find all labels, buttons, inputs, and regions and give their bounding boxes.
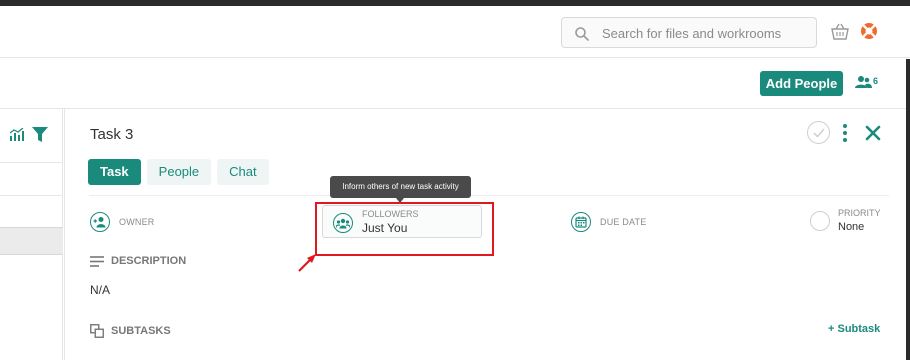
subtasks-label: SUBTASKS (111, 325, 171, 337)
workroom-bar: Add People 6 (0, 59, 910, 109)
check-icon (813, 128, 825, 138)
lifebuoy-icon[interactable] (860, 22, 878, 40)
people-count[interactable]: 6 (855, 75, 878, 89)
followers-tooltip: Inform others of new task activity (330, 176, 471, 203)
annotation-arrow-icon (298, 254, 316, 272)
add-owner-icon (90, 212, 110, 232)
people-count-value: 6 (873, 76, 879, 86)
due-date-label: DUE DATE (600, 217, 647, 227)
description-header: DESCRIPTION (90, 255, 186, 267)
filter-icon[interactable] (31, 126, 49, 143)
search-box[interactable] (561, 17, 817, 48)
subtasks-header: SUBTASKS (90, 324, 171, 338)
task-list-column (0, 109, 63, 360)
more-options-icon[interactable] (841, 123, 849, 143)
tab-chat[interactable]: Chat (217, 159, 269, 185)
due-date-field[interactable]: DUE DATE (571, 212, 646, 232)
selected-row[interactable] (0, 227, 63, 255)
subtasks-icon (90, 324, 104, 338)
complete-task-button[interactable] (807, 121, 830, 144)
priority-circle-icon (810, 211, 830, 231)
priority-label: PRIORITY (838, 208, 881, 218)
app-header (0, 6, 910, 58)
window-edge (906, 59, 910, 360)
task-tabs: Task People Chat (88, 159, 269, 185)
tab-task[interactable]: Task (88, 159, 141, 185)
people-icon (855, 76, 872, 88)
owner-label: OWNER (119, 217, 155, 227)
description-label: DESCRIPTION (111, 255, 187, 267)
basket-icon[interactable] (830, 23, 850, 41)
priority-value: None (838, 221, 865, 233)
chart-icon[interactable] (9, 127, 25, 142)
search-icon (575, 27, 589, 41)
description-icon (90, 255, 104, 267)
search-input[interactable] (602, 23, 807, 43)
close-icon[interactable] (865, 125, 881, 141)
add-subtask-button[interactable]: + Subtask (828, 323, 880, 335)
description-value[interactable]: N/A (90, 283, 110, 297)
tab-people[interactable]: People (146, 159, 212, 185)
add-people-button[interactable]: Add People (760, 71, 843, 96)
calendar-icon (571, 212, 591, 232)
row-divider (0, 195, 63, 196)
owner-field[interactable]: OWNER (90, 212, 155, 232)
highlight-box (315, 202, 494, 256)
task-title[interactable]: Task 3 (90, 126, 133, 143)
panel-divider (89, 195, 889, 196)
row-divider (0, 162, 63, 163)
